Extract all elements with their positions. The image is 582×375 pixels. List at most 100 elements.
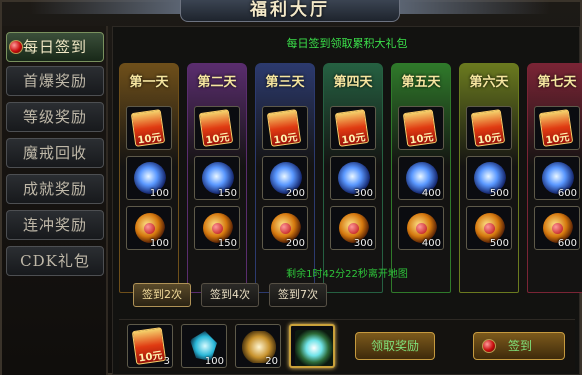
day-column: 第五天 10元 400 400 [391,63,451,293]
item-count: 600 [557,238,577,249]
reward-slot[interactable]: 10元 [398,106,444,150]
banner-ornament-right [400,0,550,14]
item-count: 150 [217,238,237,249]
item-count: 200 [285,238,305,249]
ruby-icon [9,40,23,54]
day-column: 第四天 10元 300 300 [323,63,383,293]
red-packet-icon: 10元 [131,327,167,365]
packet-text: 10元 [544,132,571,147]
day-column: 第一天 10元 100 100 [119,63,179,293]
reward-slot[interactable]: 150 [194,156,240,200]
red-packet-icon: 10元 [334,109,370,147]
reward-slot[interactable] [289,324,335,368]
sidebar-item-label: CDK礼包 [20,252,90,270]
day-label: 第五天 [401,75,441,90]
reward-slot[interactable]: 600 [534,206,580,250]
red-packet-icon: 10元 [198,109,234,147]
item-count: 600 [557,188,577,199]
packet-text: 10元 [136,132,163,147]
claim-reward-button[interactable]: 领取奖励 [355,332,435,360]
sidebar-item-achievement[interactable]: 成就奖励 [6,174,104,204]
reward-slot[interactable]: 400 [398,206,444,250]
reward-slot[interactable]: 10元 [126,106,172,150]
reward-slot[interactable]: 200 [262,156,308,200]
day-label: 第六天 [469,75,509,90]
item-count: 300 [353,188,373,199]
sidebar-item-label: 每日签到 [22,38,87,56]
reward-slot[interactable]: 10元 [330,106,376,150]
sidebar-item-label: 成就奖励 [22,180,87,198]
item-count: 100 [204,356,224,367]
sidebar-item-level-reward[interactable]: 等级奖励 [6,102,104,132]
tab-sign-2[interactable]: 签到2次 [133,283,191,307]
ruby-icon [482,339,496,353]
sidebar-item-cdk[interactable]: CDK礼包 [6,246,104,276]
red-packet-icon: 10元 [470,109,506,147]
title-banner: 福利大厅 [180,0,400,22]
red-packet-icon: 10元 [130,109,166,147]
item-count: 300 [353,238,373,249]
item-count: 100 [149,238,169,249]
sidebar-item-label: 等级奖励 [22,108,87,126]
sidebar-item-recharge[interactable]: 连冲奖励 [6,210,104,240]
reward-slot[interactable]: 10元 [466,106,512,150]
red-packet-icon: 10元 [538,109,574,147]
sidebar-item-label: 魔戒回收 [22,144,87,162]
dragon-icon [295,330,333,366]
packet-text: 10元 [408,132,435,147]
day-column: 第七天 10元 600 600 [527,63,582,293]
packet-text: 10元 [476,132,503,147]
main-panel: 每日签到领取累积大礼包 第一天 10元 100 100 第二天 10元 150 150 第三天 1… [112,26,582,375]
reward-slot[interactable]: 500 [466,206,512,250]
sign-tabs: 签到2次 签到4次 签到7次 [129,283,569,309]
item-count: 500 [489,238,509,249]
sidebar-item-ring-recycle[interactable]: 魔戒回收 [6,138,104,168]
packet-text: 10元 [137,350,164,365]
day-label: 第七天 [537,75,577,90]
panel-subtitle: 每日签到领取累积大礼包 [286,37,408,50]
sidebar-item-first-drop[interactable]: 首爆奖励 [6,66,104,96]
day-label: 第一天 [129,75,169,90]
red-packet-icon: 10元 [266,109,302,147]
reward-slot[interactable]: 10元 [262,106,308,150]
item-count: 200 [285,188,305,199]
reward-slot[interactable]: 400 [398,156,444,200]
day-column: 第三天 10元 200 200 [255,63,315,293]
day-column: 第二天 10元 150 150 [187,63,247,293]
reward-preview: 10元 3 100 20 领取奖励 签到 [119,319,575,371]
reward-slot[interactable]: 150 [194,206,240,250]
reward-slot[interactable]: 300 [330,206,376,250]
item-count: 3 [163,356,170,367]
sidebar: 每日签到 首爆奖励 等级奖励 魔戒回收 成就奖励 连冲奖励 CDK礼包 [2,26,108,375]
reward-slot[interactable]: 100 [126,206,172,250]
banner-ornament-left [30,0,180,14]
packet-text: 10元 [272,132,299,147]
reward-slot[interactable]: 600 [534,156,580,200]
day-label: 第二天 [197,75,237,90]
reward-slot[interactable]: 10元 [194,106,240,150]
day-column: 第六天 10元 500 500 [459,63,519,293]
tab-sign-4[interactable]: 签到4次 [201,283,259,307]
reward-slot[interactable]: 10元 3 [127,324,173,368]
reward-slot[interactable]: 100 [181,324,227,368]
reward-slot[interactable]: 100 [126,156,172,200]
sidebar-item-label: 连冲奖励 [22,216,87,234]
reward-slot[interactable]: 300 [330,156,376,200]
day-label: 第三天 [265,75,305,90]
reward-slot[interactable]: 10元 [534,106,580,150]
sign-in-button[interactable]: 签到 [473,332,565,360]
item-count: 100 [149,188,169,199]
reward-slot[interactable]: 200 [262,206,308,250]
packet-text: 10元 [340,132,367,147]
item-count: 150 [217,188,237,199]
reward-slot[interactable]: 500 [466,156,512,200]
item-count: 400 [421,238,441,249]
window-title: 福利大厅 [250,0,330,20]
packet-text: 10元 [204,132,231,147]
day-label: 第四天 [333,75,373,90]
red-packet-icon: 10元 [402,109,438,147]
sidebar-item-daily-sign[interactable]: 每日签到 [6,32,104,62]
reward-slot[interactable]: 20 [235,324,281,368]
tab-sign-7[interactable]: 签到7次 [269,283,327,307]
timer-text: 剩余1时42分22秒离开地图 [286,269,408,280]
